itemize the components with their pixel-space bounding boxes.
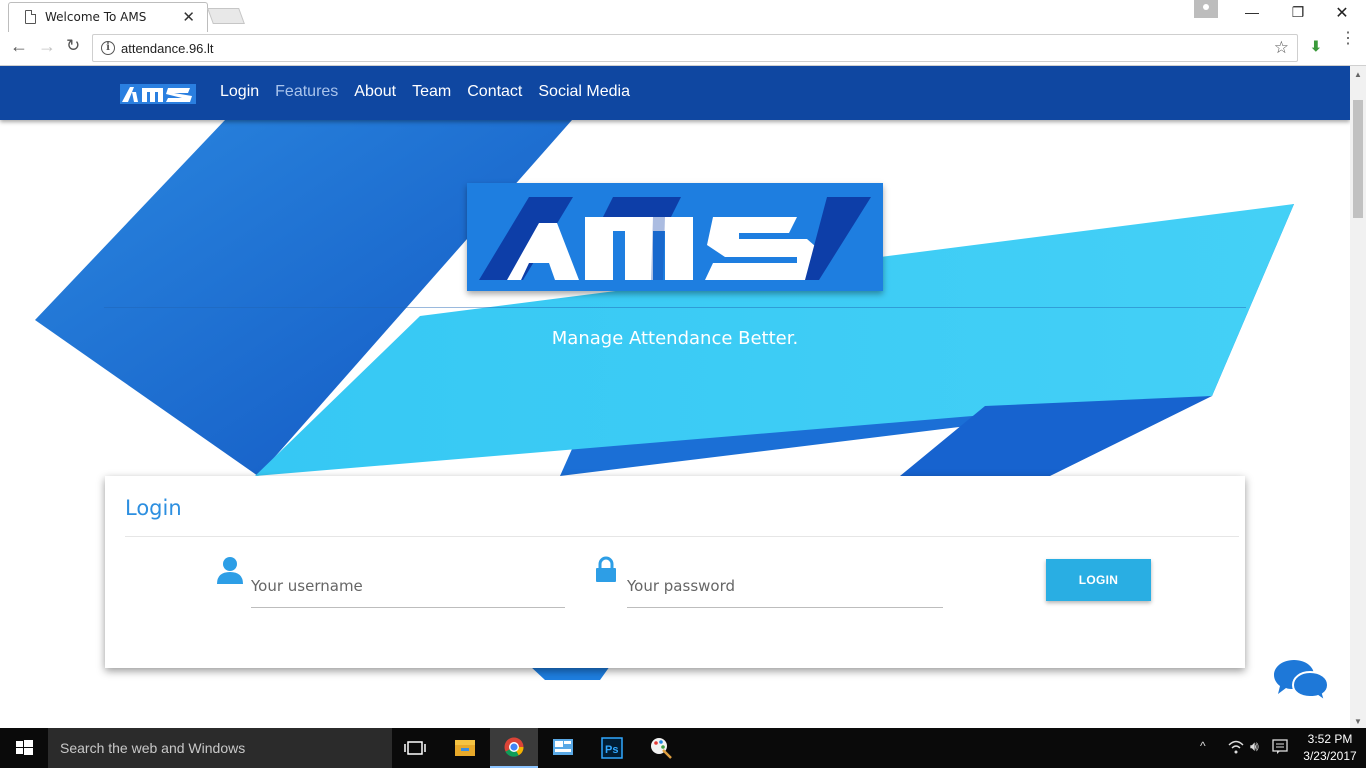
clock-time: 3:52 PM <box>1307 732 1353 746</box>
login-card: Login LOGIN <box>105 476 1245 668</box>
taskbar-search-box[interactable]: Search the web and Windows <box>48 728 392 768</box>
login-button[interactable]: LOGIN <box>1046 559 1151 601</box>
hero-ams-logo <box>467 183 883 291</box>
nav-link-social-media[interactable]: Social Media <box>538 83 630 101</box>
download-extension-icon[interactable]: ⬇ <box>1310 38 1322 55</box>
hero-tagline: Manage Attendance Better. <box>551 328 799 349</box>
browser-tab-bar: Welcome To AMS ✕ — ❐ ✕ <box>0 0 1366 32</box>
scroll-down-arrow[interactable]: ▼ <box>1354 717 1362 726</box>
photoshop-icon[interactable]: Ps <box>588 728 636 768</box>
chat-icon[interactable] <box>1274 658 1328 702</box>
maximize-button[interactable]: ❐ <box>1288 4 1308 21</box>
action-center-icon[interactable] <box>1272 739 1288 755</box>
info-icon[interactable]: i <box>101 41 115 55</box>
windows-start-icon[interactable] <box>0 728 48 768</box>
wifi-icon[interactable] <box>1228 740 1244 754</box>
clock-date: 3/23/2017 <box>1303 749 1357 763</box>
volume-icon[interactable]: 🔊︎ <box>1250 738 1259 755</box>
page-scrollbar[interactable]: ▲ ▼ <box>1350 66 1366 728</box>
star-icon[interactable]: ☆ <box>1274 38 1289 58</box>
scroll-thumb[interactable] <box>1353 100 1363 218</box>
password-input[interactable] <box>627 564 943 608</box>
nav-link-features[interactable]: Features <box>275 83 338 101</box>
address-bar[interactable]: i attendance.96.lt ☆ <box>92 34 1298 62</box>
nav-links: Login Features About Team Contact Social… <box>220 83 646 101</box>
svg-text:Ps: Ps <box>605 744 618 756</box>
browser-toolbar: ← → ↻ i attendance.96.lt ☆ ⬇ ⋮ <box>0 31 1366 66</box>
tab-close-icon[interactable]: ✕ <box>182 8 195 26</box>
minimize-button[interactable]: — <box>1242 4 1262 20</box>
nav-link-team[interactable]: Team <box>412 83 451 101</box>
lock-icon <box>596 556 616 582</box>
username-input[interactable] <box>251 564 565 608</box>
nav-link-about[interactable]: About <box>354 83 396 101</box>
taskbar-search-placeholder: Search the web and Windows <box>60 740 246 756</box>
task-view-icon[interactable] <box>392 728 440 768</box>
url-text[interactable]: attendance.96.lt <box>121 41 214 56</box>
forward-button[interactable]: → <box>38 36 56 57</box>
page-icon <box>25 10 36 24</box>
chrome-icon[interactable] <box>490 728 538 768</box>
file-explorer-icon[interactable] <box>441 728 489 768</box>
remote-desktop-icon[interactable] <box>539 728 587 768</box>
new-tab-button[interactable] <box>207 8 245 24</box>
paint-icon[interactable] <box>637 728 685 768</box>
reload-button[interactable]: ↻ <box>66 36 80 56</box>
browser-menu-icon[interactable]: ⋮ <box>1340 31 1356 47</box>
close-window-button[interactable]: ✕ <box>1332 3 1352 23</box>
browser-tab[interactable]: Welcome To AMS ✕ <box>8 2 208 32</box>
taskbar-clock[interactable]: 3:52 PM 3/23/2017 <box>1300 731 1360 765</box>
card-divider <box>125 536 1239 537</box>
back-button[interactable]: ← <box>10 36 28 57</box>
tab-title: Welcome To AMS <box>45 10 147 24</box>
nav-link-login[interactable]: Login <box>220 83 259 101</box>
site-navbar: Login Features About Team Contact Social… <box>0 66 1350 120</box>
hero-divider <box>104 307 1246 308</box>
show-hidden-icons[interactable]: ^ <box>1200 739 1206 753</box>
profile-button[interactable] <box>1194 0 1218 18</box>
login-title: Login <box>125 496 182 520</box>
user-icon <box>217 557 243 584</box>
ams-logo[interactable] <box>120 84 196 104</box>
windows-taskbar: Search the web and Windows Ps ^ 🔊︎ 3:52 … <box>0 728 1366 768</box>
scroll-up-arrow[interactable]: ▲ <box>1354 70 1362 79</box>
page-viewport: Login Features About Team Contact Social… <box>0 66 1350 728</box>
nav-link-contact[interactable]: Contact <box>467 83 522 101</box>
